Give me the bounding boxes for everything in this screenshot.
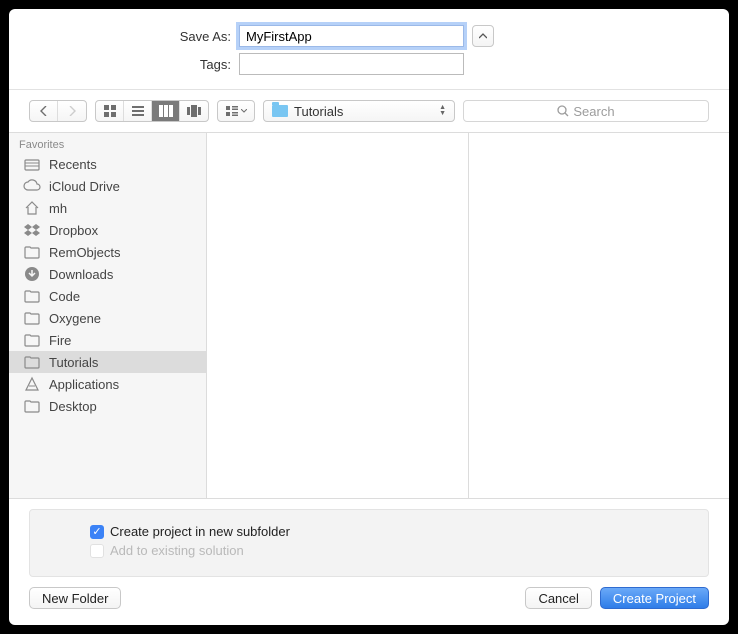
column-1[interactable] bbox=[207, 133, 469, 498]
folder-icon bbox=[272, 105, 288, 117]
sidebar-item-oxygene[interactable]: Oxygene bbox=[9, 307, 206, 329]
sidebar-item-label: mh bbox=[49, 201, 67, 216]
cancel-button[interactable]: Cancel bbox=[525, 587, 591, 609]
view-column-button[interactable] bbox=[152, 101, 180, 121]
folder-icon bbox=[23, 332, 41, 348]
column-view-icon bbox=[159, 105, 173, 117]
coverflow-view-icon bbox=[187, 105, 201, 117]
recents-icon bbox=[23, 156, 41, 172]
form-area: Save As: Tags: bbox=[9, 9, 729, 89]
sidebar-item-label: Downloads bbox=[49, 267, 113, 282]
folder-icon bbox=[23, 398, 41, 414]
sidebar-item-recents[interactable]: Recents bbox=[9, 153, 206, 175]
sidebar-item-label: iCloud Drive bbox=[49, 179, 120, 194]
tags-input[interactable] bbox=[239, 53, 464, 75]
tags-row: Tags: bbox=[29, 53, 709, 75]
add-existing-checkbox bbox=[90, 544, 104, 558]
home-icon bbox=[23, 200, 41, 216]
applications-icon bbox=[23, 376, 41, 392]
sidebar-item-label: Dropbox bbox=[49, 223, 98, 238]
sidebar-item-label: Tutorials bbox=[49, 355, 98, 370]
search-icon bbox=[557, 105, 569, 117]
chevron-right-icon bbox=[68, 106, 76, 116]
browser: Favorites Recents iCloud Drive mh Dropbox Re… bbox=[9, 132, 729, 499]
path-popup[interactable]: Tutorials ▲▼ bbox=[263, 100, 455, 122]
column-2[interactable] bbox=[469, 133, 730, 498]
sidebar-item-label: RemObjects bbox=[49, 245, 121, 260]
folder-icon bbox=[23, 288, 41, 304]
create-subfolder-label: Create project in new subfolder bbox=[110, 524, 290, 539]
folder-icon bbox=[23, 310, 41, 326]
icon-view-icon bbox=[104, 105, 116, 117]
group-icon bbox=[226, 106, 238, 116]
create-subfolder-checkbox[interactable]: ✓ bbox=[90, 525, 104, 539]
cloud-icon bbox=[23, 178, 41, 194]
updown-icon: ▲▼ bbox=[439, 105, 446, 117]
search-placeholder: Search bbox=[573, 104, 614, 119]
group-by-button[interactable] bbox=[217, 100, 255, 122]
sidebar-item-remobjects[interactable]: RemObjects bbox=[9, 241, 206, 263]
list-view-icon bbox=[132, 105, 144, 117]
view-list-button[interactable] bbox=[124, 101, 152, 121]
sidebar-item-icloud-drive[interactable]: iCloud Drive bbox=[9, 175, 206, 197]
sidebar-item-dropbox[interactable]: Dropbox bbox=[9, 219, 206, 241]
new-folder-button[interactable]: New Folder bbox=[29, 587, 121, 609]
create-project-button[interactable]: Create Project bbox=[600, 587, 709, 609]
sidebar-item-label: Desktop bbox=[49, 399, 97, 414]
sidebar: Favorites Recents iCloud Drive mh Dropbox Re… bbox=[9, 133, 207, 498]
view-icon-button[interactable] bbox=[96, 101, 124, 121]
search-field[interactable]: Search bbox=[463, 100, 709, 122]
toolbar: Tutorials ▲▼ Search bbox=[9, 90, 729, 132]
sidebar-item-tutorials[interactable]: Tutorials bbox=[9, 351, 206, 373]
options-box: ✓ Create project in new subfolder Add to… bbox=[29, 509, 709, 577]
sidebar-item-applications[interactable]: Applications bbox=[9, 373, 206, 395]
save-panel: Save As: Tags: bbox=[9, 9, 729, 625]
add-existing-label: Add to existing solution bbox=[110, 543, 244, 558]
forward-button[interactable] bbox=[58, 101, 86, 121]
sidebar-item-code[interactable]: Code bbox=[9, 285, 206, 307]
downloads-icon bbox=[23, 266, 41, 282]
back-button[interactable] bbox=[30, 101, 58, 121]
chevron-up-icon bbox=[479, 33, 487, 39]
save-as-label: Save As: bbox=[29, 29, 239, 44]
chevron-left-icon bbox=[40, 106, 48, 116]
expand-button[interactable] bbox=[472, 25, 494, 47]
sidebar-item-mh[interactable]: mh bbox=[9, 197, 206, 219]
add-existing-row: Add to existing solution bbox=[90, 543, 688, 558]
sidebar-item-fire[interactable]: Fire bbox=[9, 329, 206, 351]
save-as-row: Save As: bbox=[29, 25, 709, 47]
sidebar-item-label: Code bbox=[49, 289, 80, 304]
chevron-down-icon bbox=[241, 109, 247, 113]
dropbox-icon bbox=[23, 222, 41, 238]
sidebar-item-label: Fire bbox=[49, 333, 71, 348]
save-as-input[interactable] bbox=[239, 25, 464, 47]
sidebar-item-downloads[interactable]: Downloads bbox=[9, 263, 206, 285]
view-mode-segmented bbox=[95, 100, 209, 122]
path-label: Tutorials bbox=[294, 104, 343, 119]
tags-label: Tags: bbox=[29, 57, 239, 72]
nav-back-forward bbox=[29, 100, 87, 122]
sidebar-item-label: Recents bbox=[49, 157, 97, 172]
folder-icon bbox=[23, 244, 41, 260]
sidebar-item-desktop[interactable]: Desktop bbox=[9, 395, 206, 417]
view-coverflow-button[interactable] bbox=[180, 101, 208, 121]
sidebar-header: Favorites bbox=[9, 133, 206, 153]
sidebar-item-label: Oxygene bbox=[49, 311, 101, 326]
create-subfolder-row[interactable]: ✓ Create project in new subfolder bbox=[90, 524, 688, 539]
folder-icon bbox=[23, 354, 41, 370]
footer: New Folder Cancel Create Project bbox=[9, 577, 729, 625]
sidebar-item-label: Applications bbox=[49, 377, 119, 392]
